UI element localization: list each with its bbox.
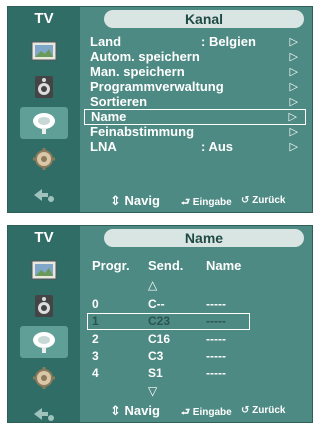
prog-cell: 2: [92, 332, 99, 346]
sound-icon[interactable]: [20, 71, 68, 103]
item-label: Sortieren: [90, 94, 148, 109]
input-icon[interactable]: [20, 398, 68, 422]
item-label: Name: [91, 109, 127, 124]
arrow-right-icon: ▷: [288, 111, 297, 123]
channel-icon[interactable]: [20, 326, 68, 358]
menu-item-lna[interactable]: LNA : Aus ▷: [84, 140, 306, 154]
menu-title: Kanal: [104, 10, 304, 28]
name-cell: -----: [206, 314, 226, 328]
menu-footer: ⇕ Navig ⮐ Eingabe ↺ Zurück: [80, 400, 312, 422]
arrow-right-icon: ▷: [289, 51, 298, 63]
arrow-right-icon: ▷: [289, 126, 298, 138]
return-hint: ↺ Zurück: [241, 405, 286, 416]
menu-item-man-speichern[interactable]: Man. speichern ▷: [84, 65, 306, 79]
arrow-right-icon: ▷: [289, 66, 298, 78]
arrow-right-icon: ▷: [289, 36, 298, 48]
menu-item-name[interactable]: Name ▷: [84, 109, 306, 125]
prog-cell: 3: [92, 349, 99, 363]
menu-item-sortieren[interactable]: Sortieren ▷: [84, 95, 306, 109]
table-row[interactable]: 4 S1 -----: [84, 365, 306, 382]
send-cell: C23: [148, 314, 171, 328]
menu-item-land[interactable]: Land : Belgien ▷: [84, 35, 306, 49]
menu-item-programmverwaltung[interactable]: Programmverwaltung ▷: [84, 80, 306, 94]
prog-cell: 4: [92, 366, 99, 380]
tv-label: TV: [8, 226, 80, 250]
column-header-name: Name: [206, 258, 242, 273]
name-cell: -----: [206, 349, 226, 363]
item-label: LNA: [90, 139, 117, 154]
prog-cell: 0: [92, 297, 99, 311]
item-value: : Belgien: [201, 34, 256, 49]
return-hint: ↺ Zurück: [241, 195, 286, 206]
item-value: : Aus: [201, 139, 234, 154]
menu-item-autom-speichern[interactable]: Autom. speichern ▷: [84, 50, 306, 64]
enter-hint: ⮐ Eingabe: [181, 197, 232, 208]
name-cell: -----: [206, 297, 226, 311]
arrow-right-icon: ▷: [289, 96, 298, 108]
scroll-down-icon[interactable]: ▽: [148, 384, 157, 398]
sound-icon[interactable]: [20, 290, 68, 322]
arrow-right-icon: ▷: [289, 81, 298, 93]
name-menu: TV Name Progr. Send. Name △ 0 C-- -----: [7, 225, 313, 423]
setup-icon[interactable]: [20, 143, 68, 175]
sidebar: [8, 31, 80, 212]
item-label: Feinabstimmung: [90, 124, 195, 139]
menu-title: Name: [104, 229, 304, 247]
menu-list: Land : Belgien ▷ Autom. speichern ▷ Man.…: [84, 33, 306, 188]
send-cell: C--: [148, 297, 165, 311]
column-header-send: Send.: [148, 258, 184, 273]
channel-menu: TV Kanal Land : Belgien ▷ Autom. speiche…: [7, 6, 313, 213]
sidebar: [8, 250, 80, 422]
send-cell: C3: [148, 349, 164, 363]
item-label: Programmverwaltung: [90, 79, 224, 94]
navigate-hint: ⇕ Navig: [110, 193, 160, 208]
setup-icon[interactable]: [20, 362, 68, 394]
navigate-hint: ⇕ Navig: [110, 403, 160, 418]
menu-header: TV Kanal: [8, 7, 312, 31]
table-row[interactable]: 0 C-- -----: [84, 296, 306, 313]
menu-item-feinabstimmung[interactable]: Feinabstimmung ▷: [84, 125, 306, 139]
enter-hint: ⮐ Eingabe: [181, 407, 232, 418]
send-cell: C16: [148, 332, 171, 346]
item-label: Man. speichern: [90, 64, 185, 79]
name-cell: -----: [206, 332, 226, 346]
menu-footer: ⇕ Navig ⮐ Eingabe ↺ Zurück: [80, 190, 312, 212]
table-row[interactable]: 3 C3 -----: [84, 348, 306, 365]
scroll-up-icon[interactable]: △: [148, 278, 157, 292]
name-cell: -----: [206, 366, 226, 380]
send-cell: S1: [148, 366, 163, 380]
tv-label: TV: [8, 7, 80, 31]
table-row-selected[interactable]: 1 C23 -----: [84, 313, 306, 330]
name-table: Progr. Send. Name △ 0 C-- ----- 1 C23 --…: [84, 252, 306, 398]
arrow-right-icon: ▷: [289, 141, 298, 153]
table-row[interactable]: 2 C16 -----: [84, 331, 306, 348]
picture-icon[interactable]: [20, 35, 68, 67]
prog-cell: 1: [92, 314, 99, 328]
item-label: Land: [90, 34, 122, 49]
menu-header: TV Name: [8, 226, 312, 250]
channel-icon[interactable]: [20, 107, 68, 139]
input-icon[interactable]: [20, 179, 68, 211]
picture-icon[interactable]: [20, 254, 68, 286]
column-header-progr: Progr.: [92, 258, 130, 273]
item-label: Autom. speichern: [90, 49, 200, 64]
